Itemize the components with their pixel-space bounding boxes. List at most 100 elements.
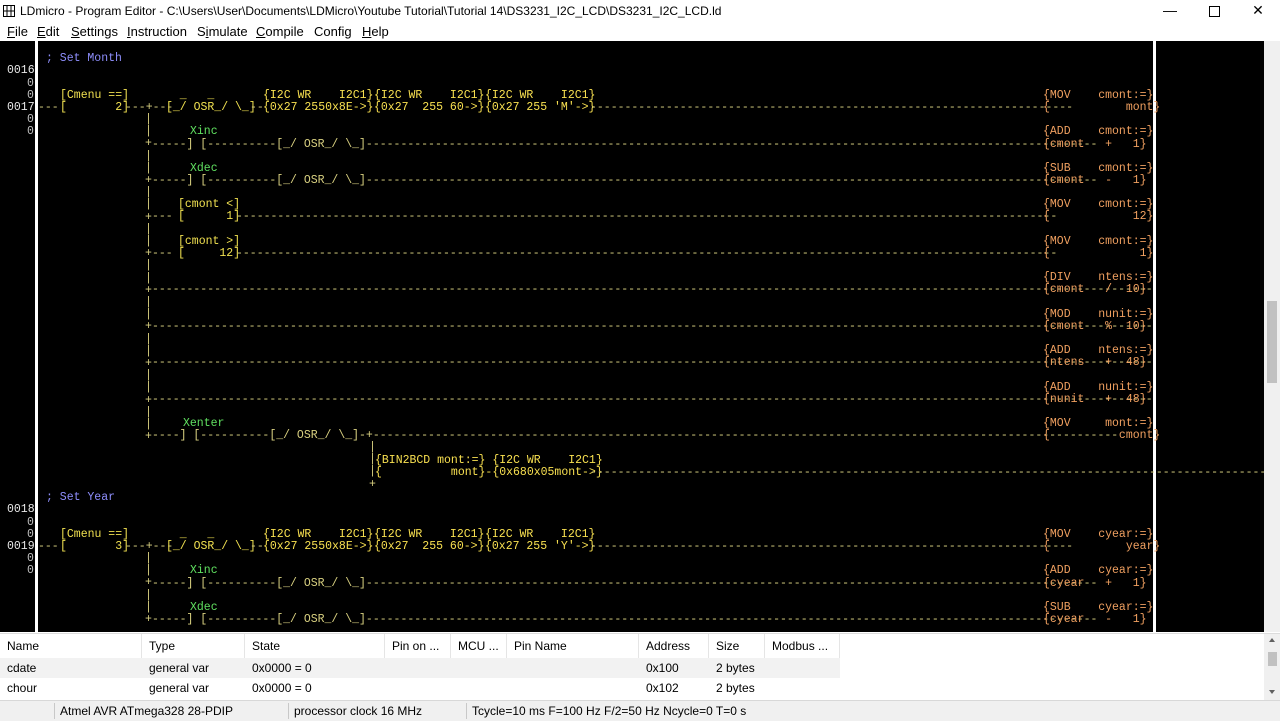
wire: --- [38, 101, 59, 114]
i2c-write-block[interactable]: {0x27 2550x8E->} [263, 540, 373, 553]
menu-compile[interactable]: Compile [256, 24, 304, 39]
wire: ----] [----------[_/ OSR_/ \_]-+--------… [152, 429, 1119, 442]
wire: ----------------------------------------… [152, 320, 1153, 333]
menu-edit[interactable]: Edit [37, 24, 59, 39]
rung-comment[interactable]: ; Set Month [46, 52, 122, 65]
rung-comment[interactable]: ; Set Year [46, 491, 115, 504]
menu-file[interactable]: File [7, 24, 28, 39]
wire: -----] [----------[_/ OSR_/ \_]---------… [152, 138, 1098, 151]
column-header-address[interactable]: Address [639, 634, 709, 658]
var-type: general var [149, 681, 210, 695]
wire: -----] [----------[_/ OSR_/ \_]---------… [152, 577, 1098, 590]
wire: -- [250, 101, 264, 114]
add-block[interactable]: {nunit + 48} [1043, 393, 1147, 406]
column-header-state[interactable]: State [245, 634, 385, 658]
var-name: chour [7, 681, 38, 695]
column-header-pin[interactable]: Pin on ... [385, 634, 451, 658]
wire: -----] [----------[_/ OSR_/ \_]---------… [152, 174, 1098, 187]
var-address: 0x102 [646, 681, 679, 695]
menu-simulate[interactable]: Simulate [197, 24, 248, 39]
contact-name[interactable]: Xinc [190, 564, 218, 577]
add-block[interactable]: {cmont + 1} [1043, 138, 1147, 151]
status-timing: Tcycle=10 ms F=100 Hz F/2=50 Hz Ncycle=0… [472, 704, 747, 718]
var-state: 0x0000 = 0 [252, 661, 312, 675]
wire: ----------------------------------------… [152, 356, 1153, 369]
div-block[interactable]: {cmont / 10} [1043, 283, 1147, 296]
close-button[interactable]: ✕ [1236, 0, 1280, 22]
status-divider [466, 703, 467, 719]
i2c-write-block[interactable]: {0x27 255 'Y'->} [485, 540, 595, 553]
wire: --- [152, 247, 173, 260]
variable-list-scrollbar[interactable] [1264, 634, 1280, 700]
compare-value[interactable]: [ 2] [60, 101, 129, 114]
branch-wire: | | + | | + | | + | | + | | + | | + | | … [145, 113, 152, 444]
bin2bcd-block[interactable]: { mont}-{0x680x05mont->} [375, 466, 603, 479]
scrollbar-thumb[interactable] [1267, 301, 1277, 383]
mov-block[interactable]: { 12} [1043, 210, 1153, 223]
line-number: 0018 [7, 503, 35, 516]
wire: ----------------------------------------… [236, 247, 1058, 260]
wire: ----------------------------------------… [590, 466, 1264, 479]
var-address: 0x100 [646, 661, 679, 675]
mov-block[interactable]: { mont} [1043, 101, 1160, 114]
scrollbar-arrows-icon [1268, 638, 1277, 694]
menu-instruction[interactable]: Instruction [127, 24, 187, 39]
table-row[interactable]: chour general var 0x0000 = 0 0x102 2 byt… [0, 678, 840, 698]
i2c-write-block[interactable]: {0x27 255 60->} [374, 540, 484, 553]
compare-value[interactable]: [ 3] [60, 540, 129, 553]
app-icon [3, 5, 15, 17]
var-type: general var [149, 661, 210, 675]
status-divider [54, 703, 55, 719]
menu-config[interactable]: Config [314, 24, 352, 39]
add-block[interactable]: {ADD cmont:=} [1043, 125, 1153, 138]
contact-name[interactable]: Xinc [190, 125, 218, 138]
wire: ----------------------------------------… [152, 393, 1153, 406]
minimize-button[interactable]: — [1148, 0, 1192, 22]
var-size: 2 bytes [716, 681, 755, 695]
add-block[interactable]: {ADD cyear:=} [1043, 564, 1153, 577]
wire: ----------------------------------------… [236, 210, 1058, 223]
sub-block[interactable]: {cmont - 1} [1043, 174, 1147, 187]
column-header-size[interactable]: Size [709, 634, 765, 658]
osr-contact[interactable]: [_/ OSR_/ \_] [166, 540, 256, 553]
i2c-write-block[interactable]: {0x27 255 'M'->} [485, 101, 595, 114]
i2c-write-block[interactable]: {0x27 255 60->} [374, 101, 484, 114]
sub-block[interactable]: {cyear - 1} [1043, 613, 1147, 626]
status-mcu: Atmel AVR ATmega328 28-PDIP [60, 704, 233, 718]
wire: -- [250, 540, 264, 553]
var-state: 0x0000 = 0 [252, 681, 312, 695]
wire: ----------------------------------------… [590, 101, 1074, 114]
variable-list[interactable]: Name Type State Pin on ... MCU ... Pin N… [0, 633, 1280, 700]
menu-bar: File Edit Settings Instruction Simulate … [0, 22, 1280, 41]
maximize-button[interactable] [1192, 0, 1236, 22]
ladder-editor[interactable]: 0016 0 0 0017 0 0 0018 0 0 0019 0 0 ; Se… [0, 41, 1264, 632]
var-size: 2 bytes [716, 661, 755, 675]
line-number: 0 [27, 125, 34, 138]
osr-contact[interactable]: [_/ OSR_/ \_] [166, 101, 256, 114]
title-bar: LDmicro - Program Editor - C:\Users\User… [0, 0, 1280, 22]
compare-value[interactable]: [ 1] [178, 210, 240, 223]
menu-help[interactable]: Help [362, 24, 389, 39]
column-header-mcu[interactable]: MCU ... [451, 634, 507, 658]
mov-block[interactable]: { year} [1043, 540, 1160, 553]
wire: --- [152, 210, 173, 223]
table-row[interactable]: cdate general var 0x0000 = 0 0x100 2 byt… [0, 658, 840, 678]
line-number: 0 [27, 564, 34, 577]
column-header-type[interactable]: Type [142, 634, 245, 658]
mod-block[interactable]: {cmont % 10} [1043, 320, 1147, 333]
column-header-pin-name[interactable]: Pin Name [507, 634, 639, 658]
maximize-icon [1208, 6, 1220, 17]
add-block[interactable]: {cyear + 1} [1043, 577, 1147, 590]
menu-settings[interactable]: Settings [71, 24, 118, 39]
add-block[interactable]: {ntens + 48} [1043, 356, 1147, 369]
column-header-name[interactable]: Name [0, 634, 142, 658]
mov-block[interactable]: { cmont} [1043, 429, 1160, 442]
compare-value[interactable]: [ 12] [178, 247, 240, 260]
status-bar: Atmel AVR ATmega328 28-PDIP processor cl… [0, 700, 1280, 721]
ladder-scrollbar[interactable] [1264, 41, 1280, 632]
branch-wire: | | + | | + [145, 552, 152, 627]
column-header-modbus[interactable]: Modbus ... [765, 634, 840, 658]
i2c-write-block[interactable]: {0x27 2550x8E->} [263, 101, 373, 114]
status-divider [288, 703, 289, 719]
mov-block[interactable]: { 1} [1043, 247, 1153, 260]
